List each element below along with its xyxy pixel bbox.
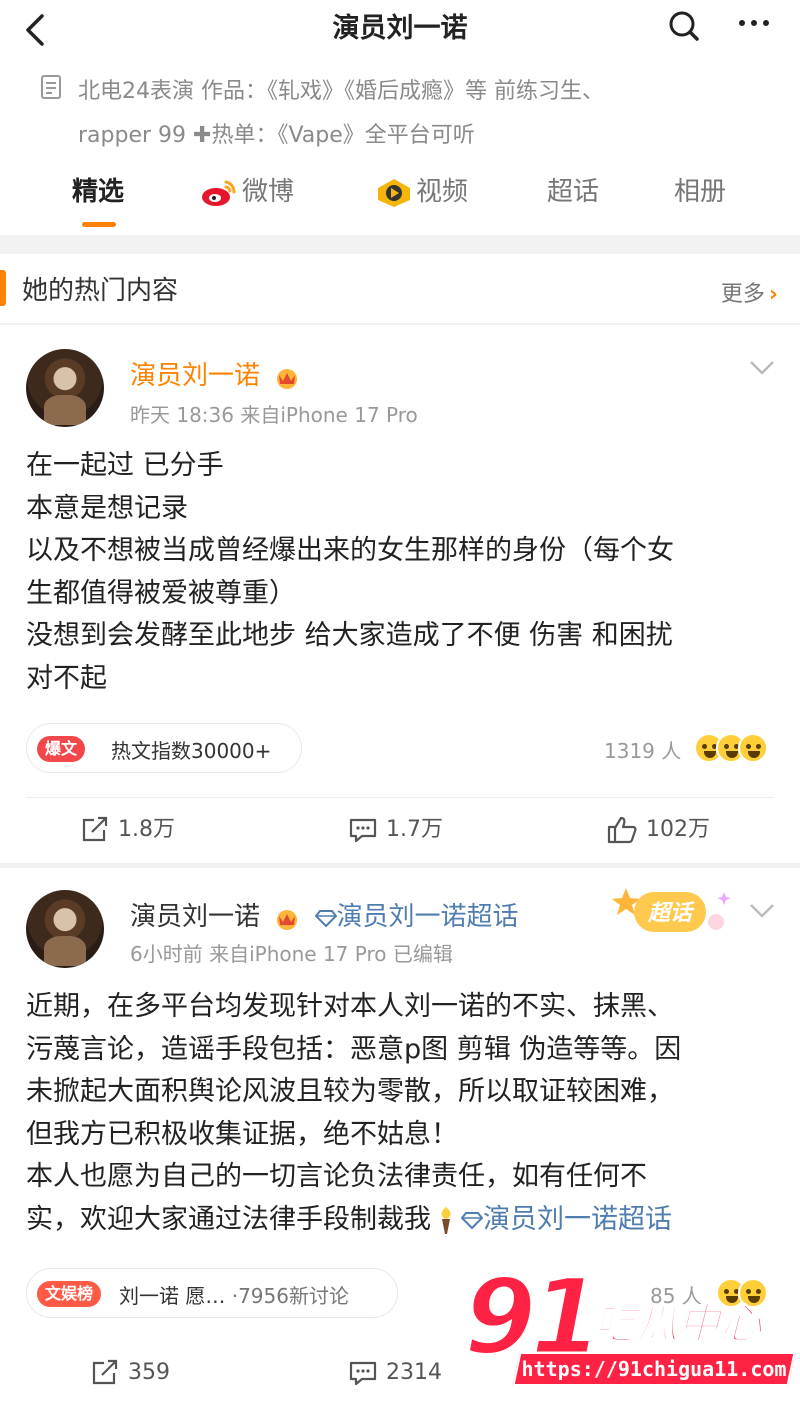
- crown-badge-icon: [277, 368, 298, 389]
- repost-icon: [92, 1359, 118, 1385]
- like-button[interactable]: 102万: [606, 813, 710, 847]
- thumbs-up-icon: [607, 816, 637, 844]
- post-line: 实，欢迎大家通过法律手段制裁我: [26, 1203, 431, 1235]
- comment-button[interactable]: 2314: [348, 1356, 442, 1390]
- section-accent-bar: [0, 270, 6, 306]
- avatar[interactable]: [26, 349, 104, 427]
- search-icon[interactable]: [664, 6, 704, 46]
- weibo-icon: [202, 180, 236, 206]
- top-bar: 演员刘一诺: [0, 0, 800, 60]
- chevron-down-icon[interactable]: [748, 902, 776, 920]
- ranking-text: 刘一诺 愿… ·7956新讨论: [119, 1280, 349, 1309]
- ranking-discussions: ·7956新讨论: [231, 1284, 349, 1308]
- super-topic-name: 演员刘一诺超话: [336, 902, 519, 932]
- watermark-url: https://91chigua11.com: [521, 1357, 787, 1381]
- post-meta: 昨天 18:36 来自iPhone 17 Pro: [130, 403, 418, 427]
- diamond-icon: [461, 1212, 483, 1229]
- torch-emoji-icon: [441, 1207, 451, 1234]
- post-line-last: 实，欢迎大家通过法律手段制裁我 演员刘一诺超话: [26, 1199, 774, 1242]
- post-author[interactable]: 演员刘一诺 演员刘一诺超话: [130, 896, 519, 933]
- post-line: 本意是想记录: [26, 492, 188, 524]
- tab-album[interactable]: 相册: [674, 172, 726, 212]
- watermark-logo: 91 吃瓜中心 https://91chigua11.com: [463, 1261, 796, 1392]
- post-line: 没想到会发酵至此地步 给大家造成了不便 伤害 和困扰: [26, 620, 673, 651]
- hot-index-text: 热文指数30000+: [111, 739, 272, 763]
- grin-emoji-icon: [738, 733, 768, 763]
- active-tab-indicator: [82, 222, 116, 227]
- post-line: 未掀起大面积舆论风波且较为零散，所以取证较困难，: [26, 1076, 674, 1107]
- tab-video-label: 视频: [416, 177, 469, 207]
- chevron-down-icon[interactable]: [748, 359, 776, 377]
- watermark-name: 吃瓜中心: [593, 1298, 763, 1349]
- profile-bio: 北电24表演 作品：《轧戏》《婚后成瘾》等 前练习生、 rapper 99 ✚热…: [78, 70, 778, 158]
- video-icon: [378, 178, 410, 207]
- avatar[interactable]: [26, 890, 104, 968]
- post-line: 污蔑言论，造谣手段包括：恶意p图 剪辑 伪造等等。因: [26, 1033, 682, 1065]
- repost-count: 359: [128, 1360, 170, 1385]
- post-line: 近期，在多平台均发现针对本人刘一诺的不实、抹黑、: [26, 991, 674, 1022]
- more-label: 更多: [720, 282, 765, 307]
- author-name: 演员刘一诺: [130, 902, 261, 932]
- post-line: 但我方已积极收集证据，绝不姑息！: [26, 1118, 458, 1150]
- post-line: 生都值得被爱被尊重）: [26, 577, 296, 609]
- post-line: 以及不想被当成曾经爆出来的女生那样的身份（每个女: [26, 535, 674, 566]
- repost-button[interactable]: 359: [90, 1356, 170, 1390]
- more-options-icon[interactable]: [734, 8, 774, 38]
- inline-super-topic-link[interactable]: 演员刘一诺超话: [461, 1204, 672, 1235]
- super-topic-link[interactable]: 演员刘一诺超话: [314, 902, 519, 932]
- like-count: 102万: [646, 817, 710, 842]
- post-card: 演员刘一诺 昨天 18:36 来自iPhone 17 Pro 在一起过 已分手 …: [0, 325, 800, 863]
- bio-line: 北电24表演 作品：《轧戏》《婚后成瘾》等 前练习生、: [78, 79, 604, 104]
- ranking-pill[interactable]: 文娱榜 刘一诺 愿… ·7956新讨论: [26, 1268, 398, 1318]
- comment-count: 1.7万: [386, 817, 443, 842]
- post-line: 本人也愿为自己的一切言论负法律责任，如有任何不: [26, 1161, 647, 1192]
- ranking-badge: 文娱榜: [37, 1281, 102, 1307]
- post-author[interactable]: 演员刘一诺: [130, 355, 300, 392]
- more-link[interactable]: 更多 ›: [721, 276, 778, 308]
- repost-icon: [82, 816, 108, 842]
- post-meta: 6小时前 来自iPhone 17 Pro 已编辑: [130, 942, 453, 966]
- tab-super-topic[interactable]: 超话: [547, 172, 599, 212]
- author-name: 演员刘一诺: [130, 361, 261, 391]
- repost-count: 1.8万: [118, 817, 175, 842]
- hot-content-header: 她的热门内容 更多 ›: [0, 254, 800, 324]
- post-line: 对不起: [26, 662, 107, 694]
- tab-weibo[interactable]: 微博: [200, 172, 294, 212]
- watermark-url-banner: https://91chigua11.com: [512, 1352, 796, 1386]
- super-topic-badge-label: 超话: [647, 901, 695, 926]
- hot-article-pill[interactable]: 爆文 热文指数30000+: [26, 723, 302, 773]
- divider: [26, 797, 774, 798]
- comment-icon: [349, 818, 377, 843]
- ranking-topic: 刘一诺 愿…: [119, 1284, 226, 1308]
- section-title: 她的热门内容: [22, 276, 179, 306]
- inline-super-topic-name: 演员刘一诺超话: [483, 1203, 672, 1235]
- comment-icon: [349, 1361, 377, 1386]
- post-body: 近期，在多平台均发现针对本人刘一诺的不实、抹黑、 污蔑言论，造谣手段包括：恶意p…: [26, 986, 774, 1241]
- reactions-count: 1319 人: [604, 739, 682, 763]
- repost-button[interactable]: 1.8万: [80, 813, 175, 847]
- diamond-icon: [314, 909, 337, 927]
- crown-badge-icon: [277, 909, 298, 930]
- post-line: 在一起过 已分手: [26, 450, 224, 481]
- bio-line: rapper 99 ✚热单：《Vape》全平台可听: [78, 123, 475, 148]
- tab-featured[interactable]: 精选: [72, 172, 124, 212]
- tab-weibo-label: 微博: [242, 177, 295, 207]
- comment-count: 2314: [386, 1360, 442, 1385]
- super-topic-badge-icon: 超话: [612, 888, 731, 932]
- profile-tabs: 精选 微博 视频 超话 相册: [0, 160, 800, 232]
- tab-video[interactable]: 视频: [376, 172, 468, 212]
- post-body: 在一起过 已分手 本意是想记录 以及不想被当成曾经爆出来的女生那样的身份（每个女…: [26, 445, 774, 700]
- hot-article-badge: 爆文: [37, 736, 86, 762]
- document-icon: [41, 75, 61, 99]
- chevron-right-icon: ›: [768, 282, 778, 307]
- comment-button[interactable]: 1.7万: [348, 813, 443, 847]
